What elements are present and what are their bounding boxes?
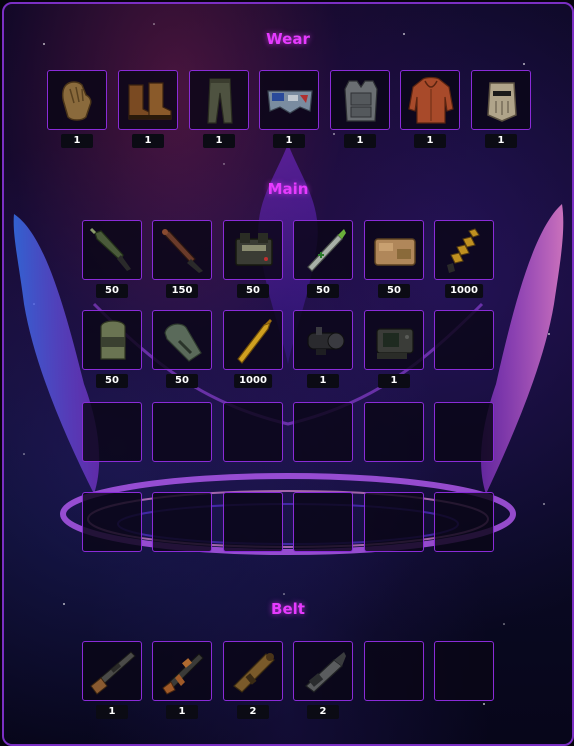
main-slot-5[interactable]: 50 [364,220,424,298]
item-quantity: 1 [61,134,93,148]
bolt-rifle-icon [90,651,136,695]
item-quantity: 1 [96,705,128,719]
main-slot-6[interactable]: 1000 [434,220,494,298]
main-slot-1[interactable]: 50 [82,220,142,298]
item-quantity: 50 [166,374,198,388]
belt-slot-6[interactable] [434,641,494,701]
main-slot-23[interactable] [364,492,424,552]
main-slot-13[interactable] [82,402,142,462]
item-quantity: 2 [307,705,339,719]
main-slot-15[interactable] [223,402,283,462]
holo-sight-icon [376,328,414,359]
facemask-icon [487,82,517,122]
belt-slot-1[interactable]: 1 [82,641,142,719]
main-slot-24[interactable] [434,492,494,552]
wear-slot-3[interactable]: 1 [189,70,249,148]
main-slot-2[interactable]: 150 [152,220,212,298]
belt-slot-5[interactable] [364,641,424,701]
main-section-title: Main [267,180,309,198]
main-slot-11[interactable]: 1 [364,310,424,388]
item-quantity: 150 [166,284,198,298]
rifle-ammo-icon [447,228,480,273]
main-slot-19[interactable] [82,492,142,552]
item-quantity: 1 [485,134,517,148]
main-slot-22[interactable] [293,492,353,552]
item-quantity: 1 [414,134,446,148]
item-quantity: 50 [96,374,128,388]
satchel-charge-icon [374,238,416,266]
main-slot-8[interactable]: 50 [152,310,212,388]
item-quantity: 1 [132,134,164,148]
smoke-rocket-icon [307,229,346,272]
item-quantity: 1000 [445,284,483,298]
item-quantity: 1 [273,134,305,148]
belt-slot-2[interactable]: 1 [152,641,212,719]
grenade-shell-icon [100,320,126,360]
incendiary-rocket-icon [161,229,203,273]
rocket-launcher-icon [233,653,275,693]
main-slot-17[interactable] [364,402,424,462]
minigun-icon [305,652,346,693]
wear-section-title: Wear [266,30,310,48]
gloves-icon [61,81,92,121]
item-quantity: 50 [237,284,269,298]
wear-slot-4[interactable]: 1 [259,70,319,148]
main-slot-20[interactable] [152,492,212,552]
main-slot-10[interactable]: 1 [293,310,353,388]
belt-slot-4[interactable]: 2 [293,641,353,719]
belt-slot-3[interactable]: 2 [223,641,283,719]
main-slot-18[interactable] [434,402,494,462]
item-quantity: 1 [307,374,339,388]
belt-section-title: Belt [271,600,305,618]
rocket-icon [89,227,131,271]
main-slot-12[interactable] [434,310,494,370]
rifle-bullet-icon [237,319,272,364]
wear-slot-1[interactable]: 1 [47,70,107,148]
c4-explosive-icon [235,233,273,266]
item-quantity: 1 [344,134,376,148]
wear-slot-6[interactable]: 1 [400,70,460,148]
main-slot-16[interactable] [293,402,353,462]
main-slot-21[interactable] [223,492,283,552]
item-quantity: 50 [96,284,128,298]
main-slot-14[interactable] [152,402,212,462]
hoodie-icon [408,76,454,124]
main-slot-7[interactable]: 50 [82,310,142,388]
main-slot-3[interactable]: 50 [223,220,283,298]
wear-slot-5[interactable]: 1 [330,70,390,148]
roadsign-kilt-icon [267,90,313,114]
item-quantity: 1 [203,134,235,148]
wear-slot-7[interactable]: 1 [471,70,531,148]
boots-icon [128,82,172,120]
item-quantity: 50 [378,284,410,298]
assault-rifle-icon [162,653,204,695]
scope-attachment-icon [307,327,345,355]
item-quantity: 1 [166,705,198,719]
armor-vest-icon [344,80,378,122]
grenade-shell-icon [164,323,202,362]
item-quantity: 2 [237,705,269,719]
item-quantity: 1000 [234,374,272,388]
item-quantity: 50 [307,284,339,298]
pants-icon [207,78,233,124]
item-quantity: 1 [378,374,410,388]
wear-slot-2[interactable]: 1 [118,70,178,148]
main-slot-4[interactable]: 50 [293,220,353,298]
inventory-panel: Wear Main Belt 1 1 1 1 1 1 1 50 150 50 5… [2,2,574,746]
main-slot-9[interactable]: 1000 [223,310,283,388]
